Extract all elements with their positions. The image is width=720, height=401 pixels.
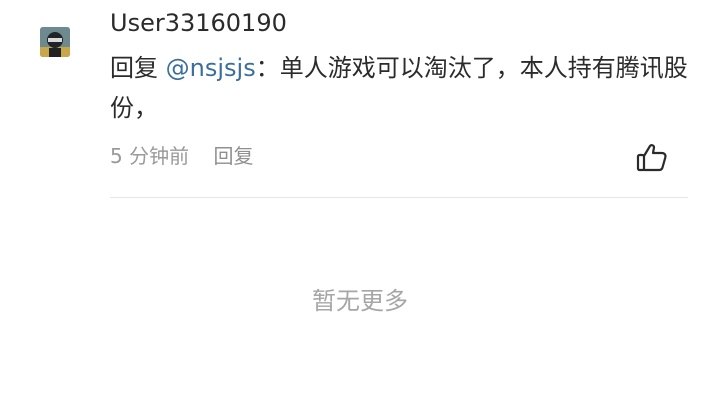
comment-text: 回复 @nsjsjs：单人游戏可以淘汰了，本人持有腾讯股份， (110, 48, 695, 128)
comment-username[interactable]: User33160190 (110, 8, 287, 38)
comment-page: User33160190 回复 @nsjsjs：单人游戏可以淘汰了，本人持有腾讯… (0, 0, 720, 401)
avatar-image (40, 27, 70, 57)
comment-meta: 5 分钟前 回复 (110, 142, 253, 170)
reply-button[interactable]: 回复 (213, 144, 253, 168)
thumbs-up-icon (636, 144, 667, 172)
comment-time: 5 分钟前 (110, 144, 190, 168)
no-more-text: 暂无更多 (312, 287, 408, 315)
divider (110, 197, 688, 198)
mention-link[interactable]: @nsjsjs (166, 54, 256, 82)
reply-prefix: 回复 (110, 54, 166, 82)
like-button[interactable] (634, 140, 670, 176)
avatar[interactable] (40, 27, 70, 57)
